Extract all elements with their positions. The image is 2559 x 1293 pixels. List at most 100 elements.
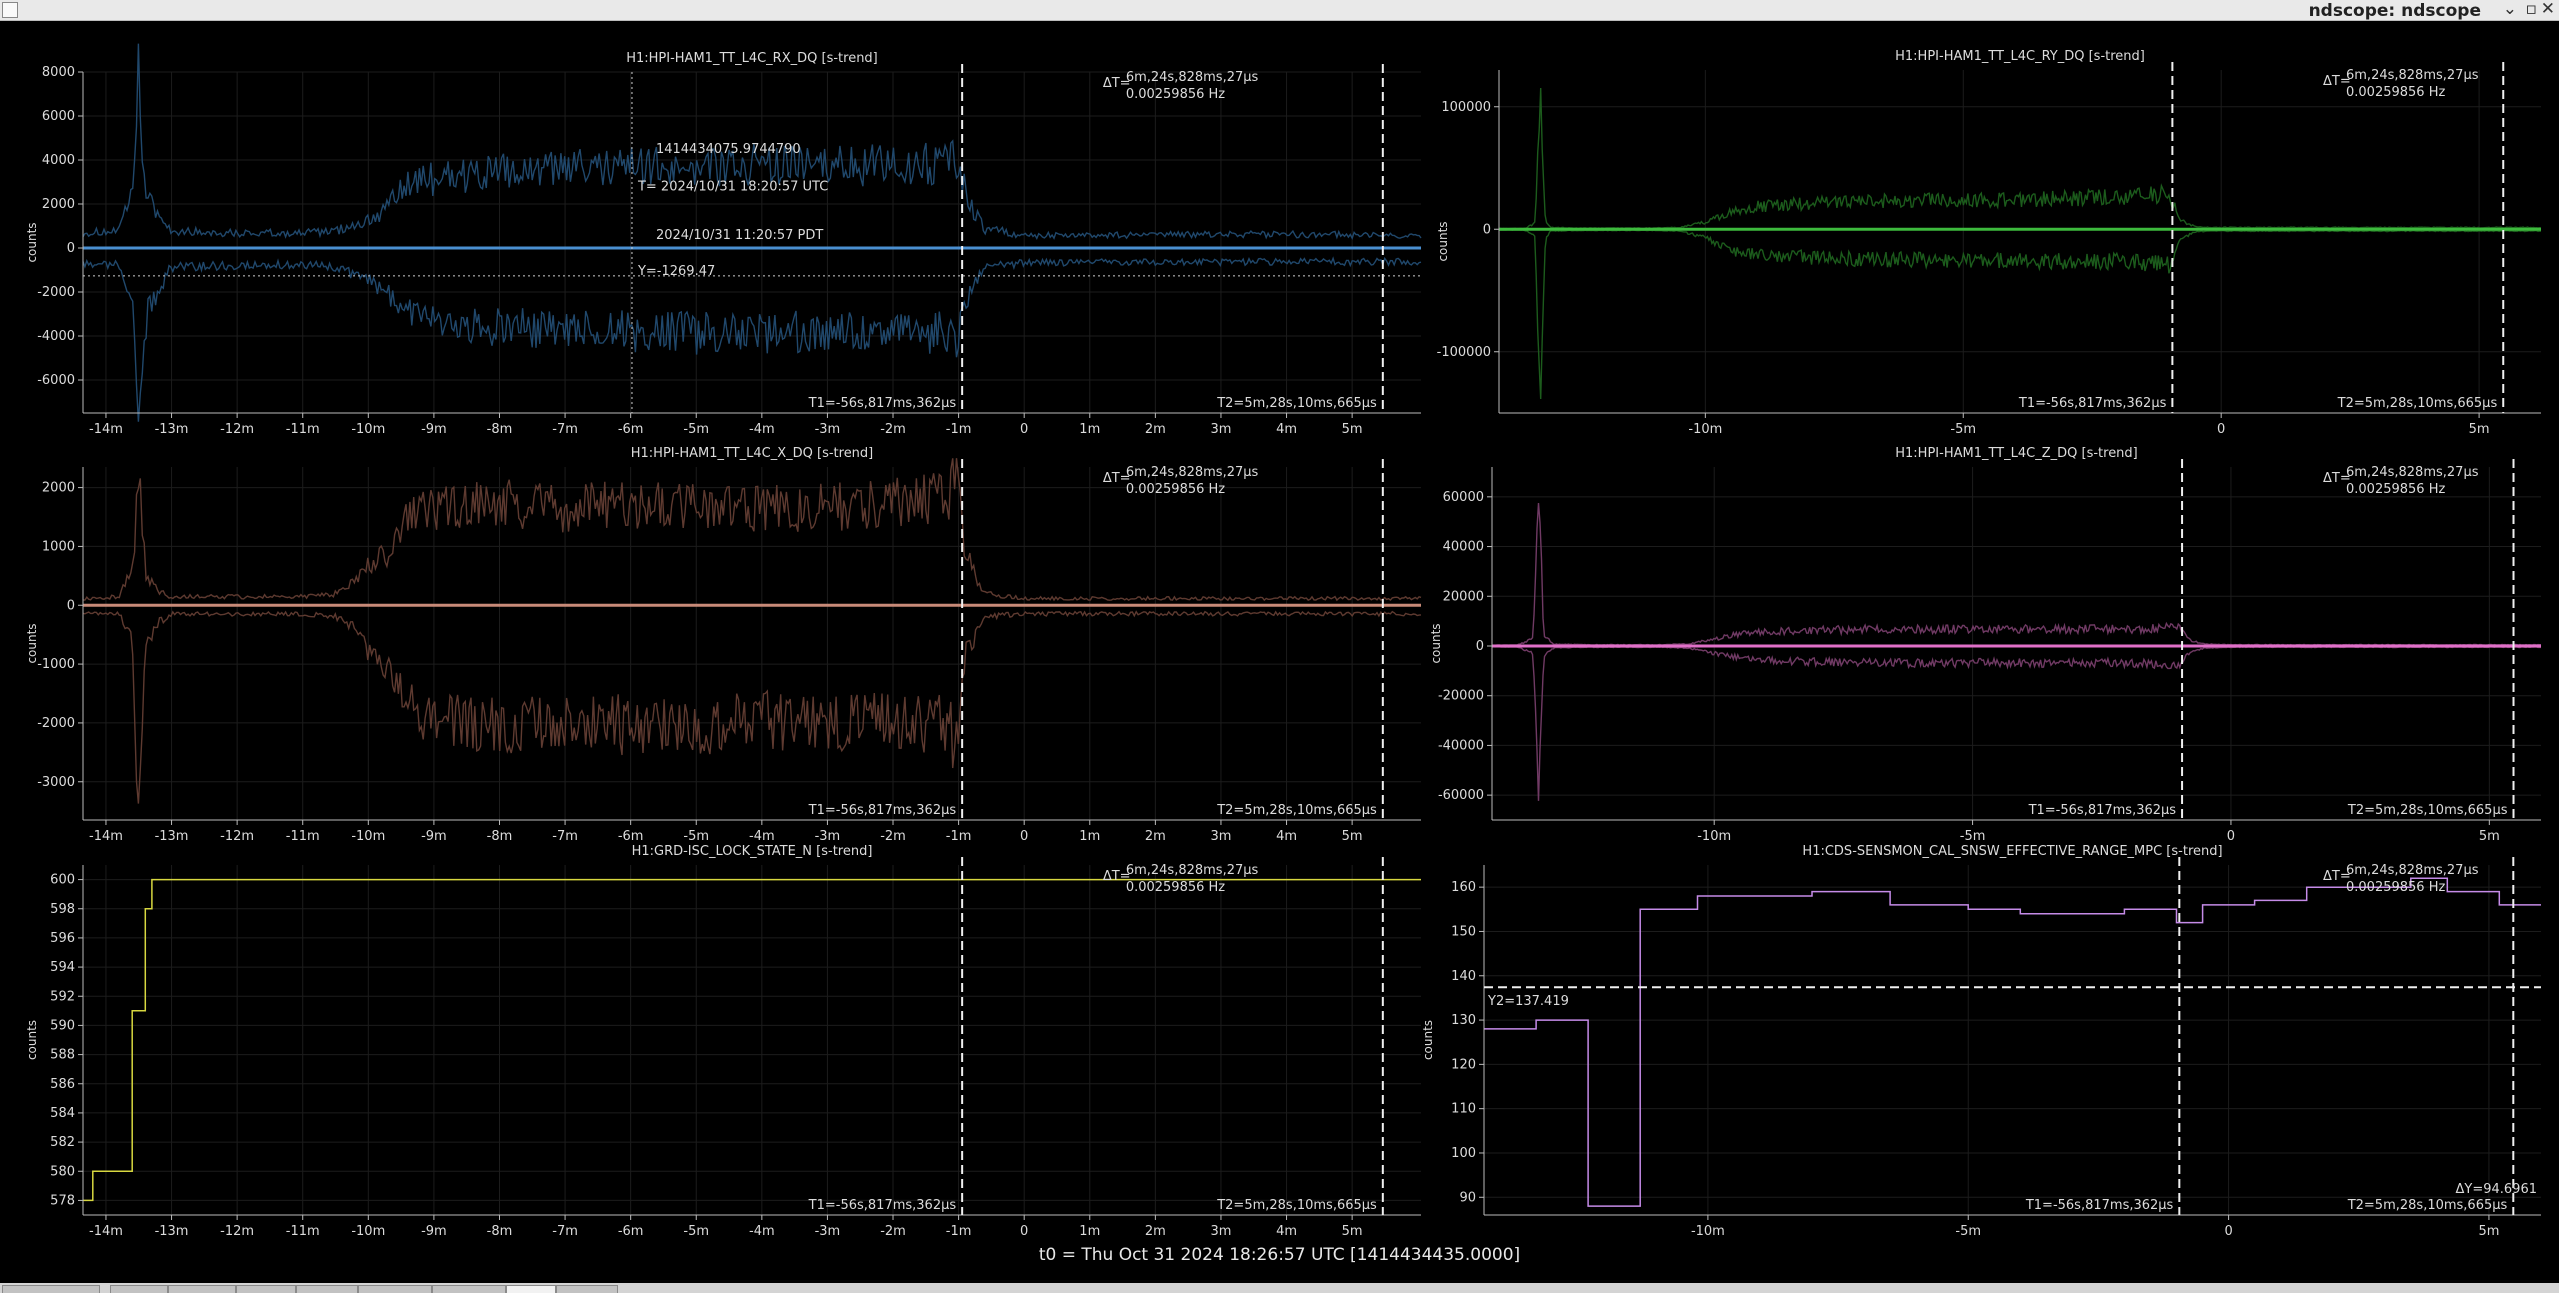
- x-tick-label: 2m: [1145, 829, 1166, 844]
- y-tick-label: 110: [1451, 1102, 1476, 1117]
- x-tick-label: -5m: [1955, 1224, 1981, 1239]
- y-tick-label: -6000: [37, 373, 75, 388]
- plot-title: H1:HPI-HAM1_TT_L4C_Z_DQ [s-trend]: [1895, 446, 2138, 461]
- delta-frequency: 0.00259856 Hz: [2346, 482, 2445, 497]
- x-tick-label: -1m: [946, 422, 972, 437]
- t0-status: t0 = Thu Oct 31 2024 18:26:57 UTC [14144…: [1038, 1245, 1521, 1265]
- x-tick-label: -14m: [89, 1224, 123, 1239]
- y-tick-label: 596: [50, 931, 75, 946]
- t1-cursor-label: T1=-56s,817ms,362μs: [808, 1198, 957, 1213]
- x-tick-label: 0: [2224, 1224, 2232, 1239]
- maximize-icon[interactable]: ▫: [2525, 0, 2537, 19]
- y-tick-label: 592: [50, 989, 75, 1004]
- close-icon[interactable]: ✕: [2541, 0, 2555, 19]
- t2-cursor-label: T2=5m,28s,10ms,665μs: [1216, 396, 1377, 411]
- x-tick-label: 3m: [1210, 1224, 1231, 1239]
- series-line: [1484, 877, 2541, 1207]
- x-tick-label: 5m: [2478, 1224, 2499, 1239]
- x-tick-label: 0: [1020, 829, 1028, 844]
- t2-cursor-label: T2=5m,28s,10ms,665μs: [2347, 803, 2508, 818]
- x-tick-label: -5m: [683, 422, 709, 437]
- series-min-line: [82, 610, 1422, 804]
- y-tick-label: 100000: [1441, 100, 1491, 115]
- x-tick-label: -10m: [1697, 829, 1731, 844]
- x-tick-label: 4m: [1276, 1224, 1297, 1239]
- x-tick-label: -12m: [220, 829, 254, 844]
- cursor-local-time: 2024/10/31 11:20:57 PDT: [656, 228, 823, 243]
- x-tick-label: -5m: [1960, 829, 1986, 844]
- x-tick-label: 0: [1020, 422, 1028, 437]
- x-tick-label: -3m: [815, 1224, 841, 1239]
- x-tick-label: -7m: [552, 422, 578, 437]
- tab[interactable]: [236, 1285, 296, 1293]
- x-tick-label: -6m: [618, 422, 644, 437]
- x-tick-label: 4m: [1276, 422, 1297, 437]
- y-tick-label: -2000: [37, 716, 75, 731]
- y-tick-label: 40000: [1443, 540, 1484, 555]
- x-tick-label: -6m: [618, 1224, 644, 1239]
- tab-active[interactable]: [506, 1285, 556, 1293]
- cursor-y-value: Y=-1269.47: [637, 264, 715, 279]
- x-tick-label: -7m: [552, 829, 578, 844]
- x-tick-label: -12m: [220, 1224, 254, 1239]
- tab[interactable]: [556, 1285, 618, 1293]
- y-tick-label: 584: [50, 1106, 75, 1121]
- plot-panel-2[interactable]: H1:HPI-HAM1_TT_L4C_RY_DQ [s-trend] -10m -5…: [1436, 49, 2542, 437]
- x-tick-label: -9m: [421, 1224, 447, 1239]
- tab[interactable]: [358, 1285, 432, 1293]
- y-tick-label: 1000: [42, 539, 75, 554]
- x-tick-label: 5m: [1342, 1224, 1363, 1239]
- delta-t-value: 6m,24s,828ms,27μs: [2346, 68, 2479, 83]
- x-tick-label: -9m: [421, 422, 447, 437]
- plot-title: H1:HPI-HAM1_TT_L4C_X_DQ [s-trend]: [631, 446, 874, 461]
- x-tick-label: 0: [1020, 1224, 1028, 1239]
- x-tick-label: -8m: [487, 422, 513, 437]
- x-tick-label: 5m: [2469, 422, 2490, 437]
- x-tick-label: 1m: [1079, 829, 1100, 844]
- y-tick-label: 586: [50, 1077, 75, 1092]
- plot-title: H1:HPI-HAM1_TT_L4C_RY_DQ [s-trend]: [1895, 49, 2145, 64]
- plot-panel-6[interactable]: H1:CDS-SENSMON_CAL_SNSW_EFFECTIVE_RANGE_…: [1421, 844, 2541, 1239]
- delta-frequency: 0.00259856 Hz: [1126, 482, 1225, 497]
- x-tick-label: -8m: [487, 1224, 513, 1239]
- y-tick-label: -100000: [1437, 345, 1491, 360]
- tab[interactable]: [2, 1285, 100, 1293]
- y-tick-label: 0: [1476, 639, 1484, 654]
- y-axis-label: counts: [1429, 623, 1443, 663]
- y-tick-label: -4000: [37, 329, 75, 344]
- tab[interactable]: [168, 1285, 236, 1293]
- y-tick-label: 4000: [42, 153, 75, 168]
- x-tick-label: 1m: [1079, 422, 1100, 437]
- t2-cursor-label: T2=5m,28s,10ms,665μs: [1216, 1198, 1377, 1213]
- minimize-icon[interactable]: ⌄: [2503, 0, 2517, 19]
- x-tick-label: -1m: [946, 829, 972, 844]
- y-axis-label: counts: [25, 623, 39, 663]
- tab[interactable]: [432, 1285, 506, 1293]
- y-tick-label: 120: [1451, 1057, 1476, 1072]
- plot-panel-3[interactable]: H1:HPI-HAM1_TT_L4C_X_DQ [s-trend] -14m -13…: [25, 446, 1422, 844]
- plot-panel-4[interactable]: H1:HPI-HAM1_TT_L4C_Z_DQ [s-trend] -10m -5m…: [1429, 446, 2541, 844]
- delta-y-label: ΔY=94.6961: [2456, 1182, 2538, 1197]
- x-tick-label: -7m: [552, 1224, 578, 1239]
- t1-cursor-label: T1=-56s,817ms,362μs: [2025, 1198, 2174, 1213]
- x-tick-label: 3m: [1210, 422, 1231, 437]
- plot-grid[interactable]: H1:HPI-HAM1_TT_L4C_RX_DQ [s-trend] -14m -1…: [0, 20, 2559, 1260]
- x-tick-label: -11m: [286, 829, 320, 844]
- y-tick-label: 582: [50, 1135, 75, 1150]
- x-tick-label: -3m: [815, 829, 841, 844]
- app-menu-icon[interactable]: [2, 2, 18, 18]
- y-tick-label: 8000: [42, 65, 75, 80]
- y-tick-label: -1000: [37, 657, 75, 672]
- x-tick-label: -14m: [89, 829, 123, 844]
- t1-cursor-label: T1=-56s,817ms,362μs: [808, 396, 957, 411]
- tab[interactable]: [110, 1285, 168, 1293]
- y-tick-label: 150: [1451, 924, 1476, 939]
- plot-panel-1[interactable]: H1:HPI-HAM1_TT_L4C_RX_DQ [s-trend] -14m -1…: [25, 43, 1422, 437]
- x-tick-label: 2m: [1145, 1224, 1166, 1239]
- x-tick-label: -14m: [89, 422, 123, 437]
- tab[interactable]: [296, 1285, 358, 1293]
- plot-panel-5[interactable]: H1:GRD-ISC_LOCK_STATE_N [s-trend] -14m -13…: [25, 844, 1421, 1239]
- y-axis-label: counts: [1436, 221, 1450, 261]
- y-tick-label: 0: [67, 241, 75, 256]
- series-max-line: [1491, 503, 2541, 647]
